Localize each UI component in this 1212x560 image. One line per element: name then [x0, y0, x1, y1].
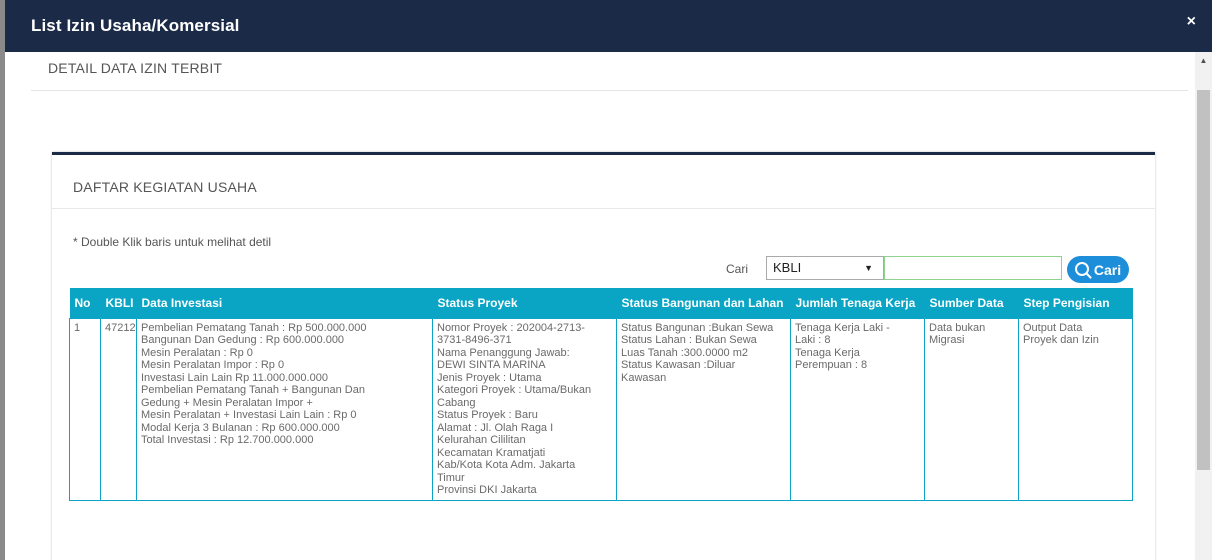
cell-text-line: DEWI SINTA MARINA	[437, 359, 546, 371]
close-icon[interactable]: ×	[1187, 13, 1196, 31]
cell-text-line: Pembelian Pematang Tanah : Rp 500.000.00…	[141, 321, 367, 334]
cell-text-line: Modal Kerja 3 Bulanan : Rp 600.000.000	[141, 421, 340, 434]
cell-text-line: Cabang	[437, 396, 476, 409]
cell-text-line: Provinsi DKI Jakarta	[437, 484, 537, 496]
cell-tenaga-kerja: Tenaga Kerja Laki - Laki : 8 Tenaga Kerja P…	[790, 317, 925, 501]
cell-text-line: Jenis Proyek : Utama	[437, 371, 542, 384]
panel-divider	[52, 208, 1155, 209]
cell-text-line: Gedung + Mesin Peralatan Impor +	[141, 396, 313, 409]
cell-sumber-data: Data bukan Migrasi	[924, 317, 1019, 501]
cell-text-line: Migrasi	[929, 334, 965, 346]
cell-text-line: Proyek dan Izin	[1023, 334, 1099, 346]
search-input[interactable]	[884, 256, 1062, 280]
cell-text-line: Laki : 8	[795, 334, 831, 346]
search-label: Cari	[726, 262, 749, 276]
column-header[interactable]: Data Investasi	[137, 288, 433, 318]
modal-header: List Izin Usaha/Komersial ×	[5, 0, 1212, 52]
activity-table: No KBLI Data Investasi Status Proyek Sta…	[69, 288, 1133, 501]
vertical-scrollbar[interactable]: ▲	[1195, 52, 1212, 560]
search-icon	[1074, 261, 1089, 276]
cell-text-line: Luas Tanah :300.0000 m2	[621, 346, 749, 359]
double-click-hint: * Double Klik baris untuk melihat detil	[73, 235, 272, 249]
cell-no: 1	[69, 317, 101, 501]
cell-text-line: Status Kawasan :Diluar	[621, 359, 736, 371]
cell-text-line: Perempuan : 8	[795, 359, 868, 371]
cell-status-bangunan: Status Bangunan :Bukan Sewa Status Lahan …	[616, 317, 791, 501]
cell-text-line: Kelurahan Cililitan	[437, 434, 526, 446]
cell-text-line: Status Proyek : Baru	[437, 409, 538, 421]
column-header[interactable]: Status Proyek	[433, 288, 617, 318]
cell-text-line: Kawasan	[621, 371, 667, 384]
cell-text-line: Kab/Kota Kota Adm. Jakarta	[437, 459, 576, 471]
search-button[interactable]: Cari	[1067, 256, 1129, 283]
cell-text-line: Kategori Proyek : Utama/Bukan	[437, 384, 592, 396]
table-row[interactable]: 1 47212 Pembelian Pematang Tanah : Rp 50…	[69, 317, 1133, 501]
caret-down-icon: ▼	[864, 263, 873, 273]
search-button-label: Cari	[1093, 261, 1122, 278]
cell-text-line: Mesin Peralatan : Rp 0	[141, 346, 253, 359]
column-header[interactable]: KBLI	[101, 288, 137, 318]
cell-text-line: Alamat : Jl. Olah Raga I	[437, 421, 554, 434]
cell-text-line: Pembelian Pematang Tanah + Bangunan Dan	[141, 384, 365, 396]
cell-text-line: Total Investasi : Rp 12.700.000.000	[141, 434, 314, 446]
cell-text-line: Investasi Lain Lain Rp 11.000.000.000	[141, 371, 328, 384]
cell-text-line: Timur	[437, 471, 465, 484]
modal-dialog: List Izin Usaha/Komersial × DETAIL DATA …	[5, 0, 1212, 560]
cell-kbli: 47212	[100, 317, 137, 501]
cell-text-line: Nama Penanggung Jawab:	[437, 346, 570, 359]
scroll-up-icon[interactable]: ▲	[1195, 52, 1212, 69]
cell-text-line: Data bukan	[929, 321, 986, 334]
activity-panel: DAFTAR KEGIATAN USAHA * Double Klik bari…	[52, 152, 1155, 560]
column-header[interactable]: Step Pengisian	[1019, 288, 1133, 318]
cell-text-line: Kecamatan Kramatjati	[437, 446, 546, 459]
column-header[interactable]: Status Bangunan dan Lahan	[617, 288, 791, 318]
cell-text-line: Mesin Peralatan Impor : Rp 0	[141, 359, 285, 371]
cell-text-line: Tenaga Kerja Laki -	[795, 321, 890, 334]
cell-text-line: Bangunan Dan Gedung : Rp 600.000.000	[141, 334, 345, 346]
column-header[interactable]: Sumber Data	[925, 288, 1019, 318]
cell-text-line: Tenaga Kerja	[795, 346, 860, 359]
cell-text-line: Status Lahan : Bukan Sewa	[621, 334, 757, 346]
section-title: DETAIL DATA IZIN TERBIT	[48, 60, 223, 76]
cell-step-pengisian: Output Data Proyek dan Izin	[1018, 317, 1133, 501]
cell-data-investasi: Pembelian Pematang Tanah : Rp 500.000.00…	[136, 317, 433, 501]
column-header[interactable]: Jumlah Tenaga Kerja	[791, 288, 925, 318]
cell-text-line: 3731-8496-371	[437, 334, 512, 346]
section-divider	[31, 90, 1188, 91]
column-header[interactable]: No	[70, 288, 101, 318]
panel-title: DAFTAR KEGIATAN USAHA	[73, 179, 257, 195]
cell-text-line: Output Data	[1023, 321, 1083, 334]
search-field-select[interactable]: KBLI ▼	[766, 256, 884, 280]
cell-text-line: Nomor Proyek : 202004-2713-	[437, 321, 585, 334]
scroll-thumb[interactable]	[1197, 90, 1210, 470]
search-select-value: KBLI	[773, 260, 802, 275]
cell-text-line: Mesin Peralatan + Investasi Lain Lain : …	[141, 409, 357, 421]
modal-title: List Izin Usaha/Komersial	[31, 16, 240, 35]
cell-status-proyek: Nomor Proyek : 202004-2713- 3731-8496-371…	[432, 317, 617, 501]
table-header-row: No KBLI Data Investasi Status Proyek Sta…	[69, 288, 1133, 318]
cell-text-line: Status Bangunan :Bukan Sewa	[621, 321, 774, 334]
